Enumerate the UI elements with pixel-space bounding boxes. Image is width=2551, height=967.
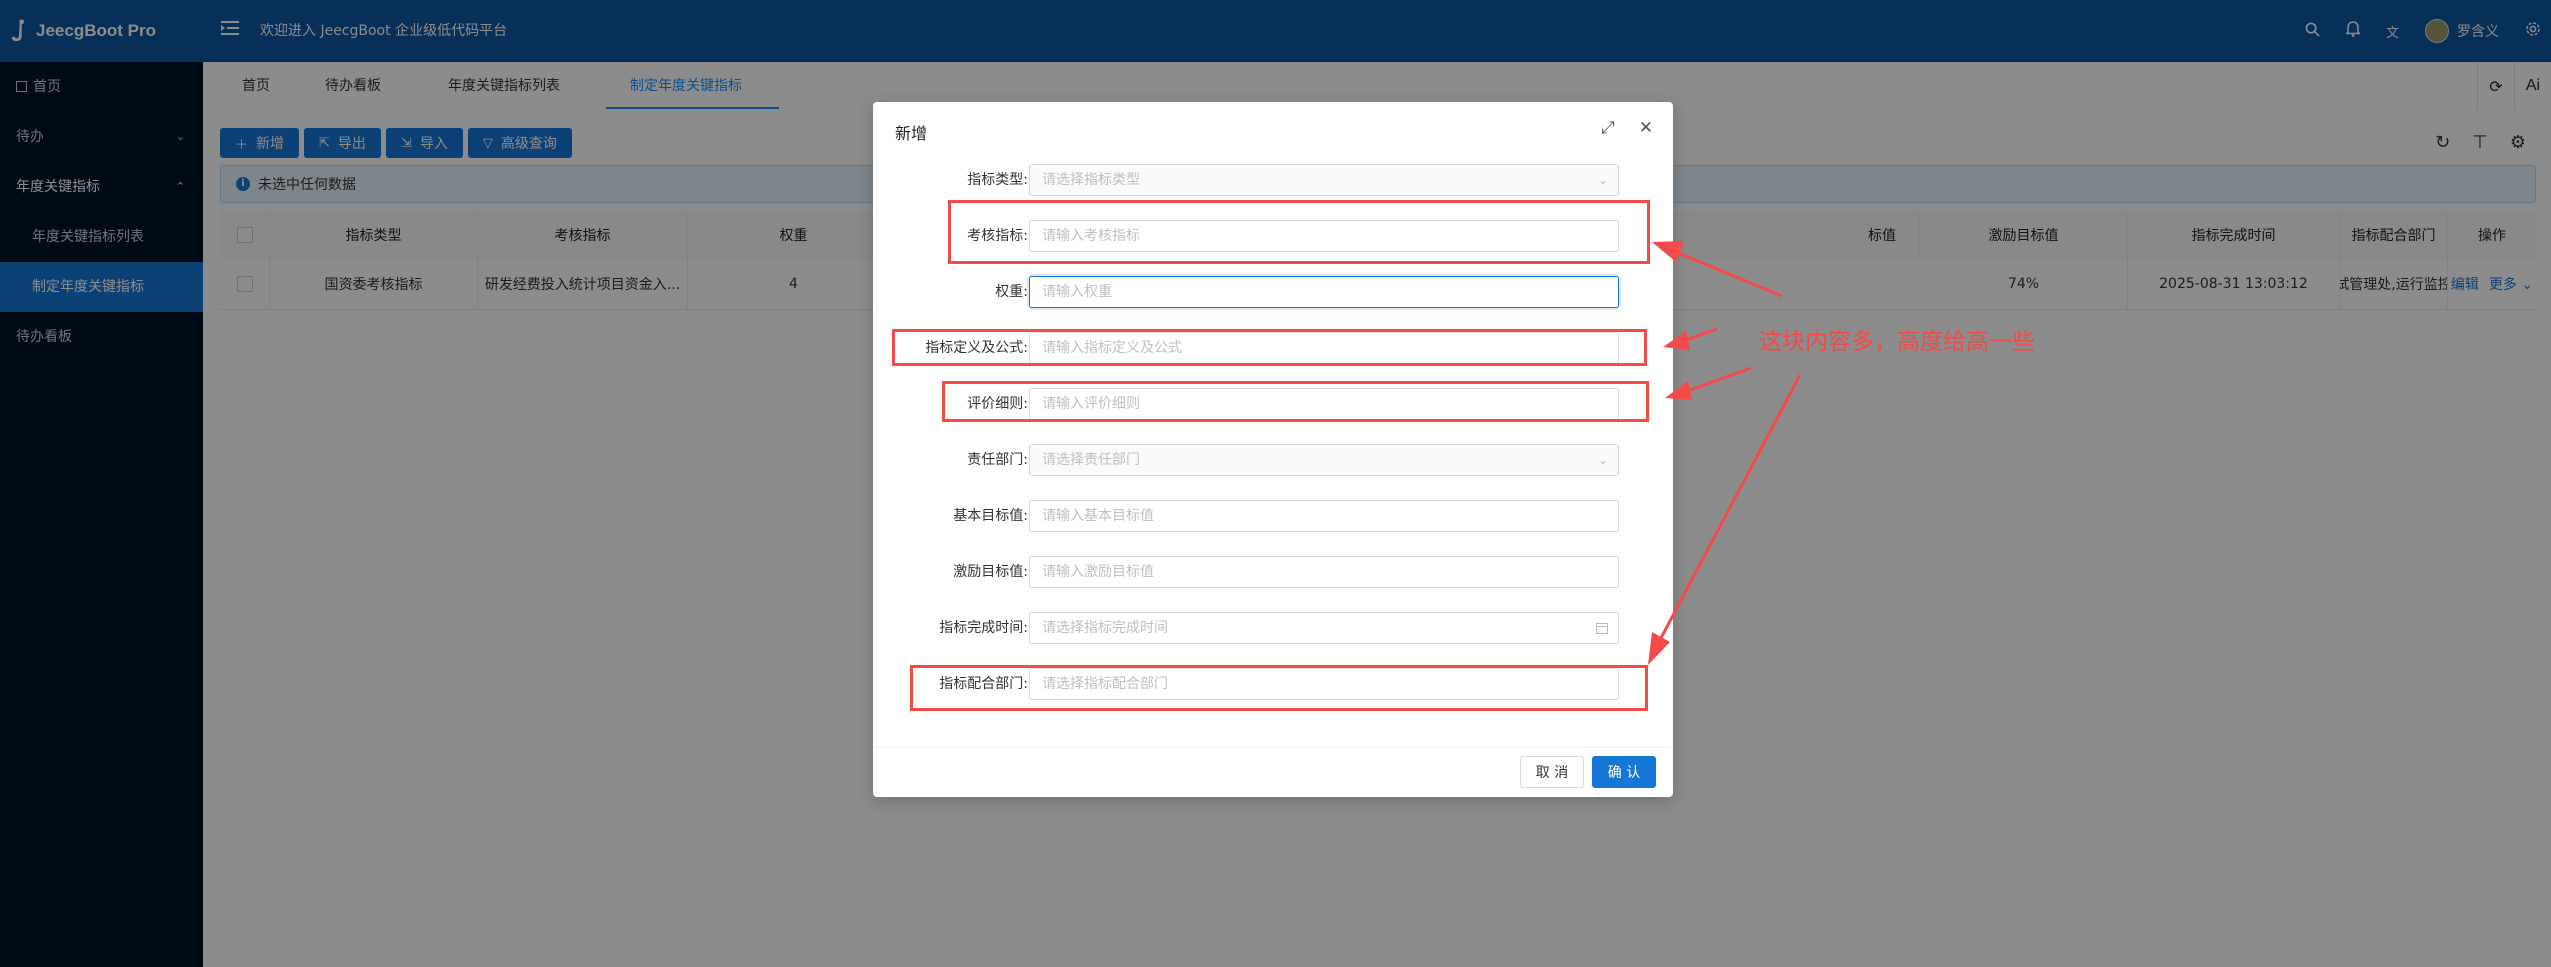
arrow-head	[1663, 331, 1690, 350]
arrow-head	[1665, 381, 1692, 400]
annotation-text: 这块内容多，高度给高一些	[1759, 329, 2035, 355]
arrow-line	[1689, 366, 1752, 392]
arrow-line	[1659, 374, 1802, 639]
arrow-head	[1652, 241, 1684, 262]
arrow-line	[1685, 327, 1718, 342]
annotation-arrows	[1648, 241, 1802, 665]
arrow-line	[1675, 250, 1783, 298]
arrow-head	[1648, 632, 1670, 665]
